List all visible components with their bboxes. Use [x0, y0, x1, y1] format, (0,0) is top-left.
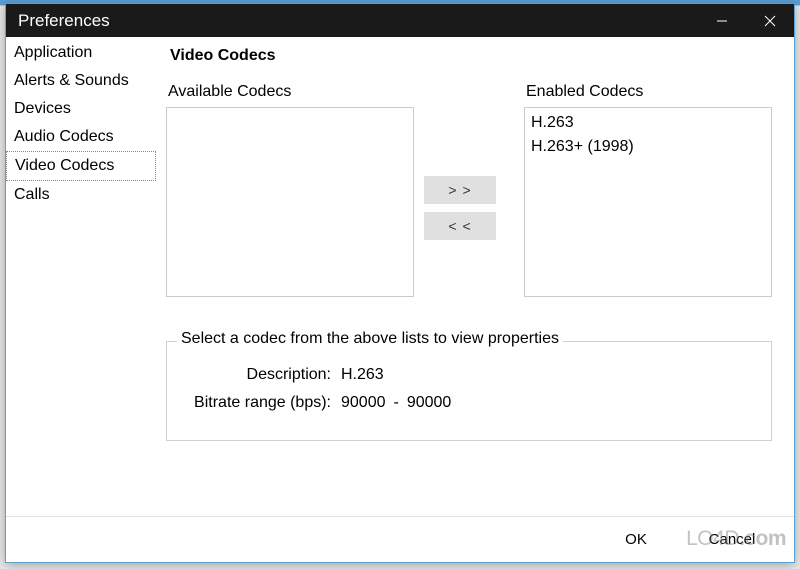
available-codecs-label: Available Codecs: [166, 83, 414, 101]
sidebar-item-audio-codecs[interactable]: Audio Codecs: [6, 123, 156, 151]
remove-codec-button[interactable]: < <: [424, 212, 496, 240]
sidebar-item-application[interactable]: Application: [6, 39, 156, 67]
sidebar-item-video-codecs[interactable]: Video Codecs: [6, 151, 156, 181]
add-codec-button[interactable]: > >: [424, 176, 496, 204]
titlebar-controls: [698, 4, 794, 37]
content-pane: Video Codecs Available Codecs > > < < En…: [156, 37, 794, 516]
sidebar-item-devices[interactable]: Devices: [6, 95, 156, 123]
minimize-button[interactable]: [698, 4, 746, 37]
preferences-window: Preferences Application Alerts & Sounds …: [5, 3, 795, 563]
list-item[interactable]: H.263: [531, 111, 765, 135]
bitrate-row: Bitrate range (bps): 90000 - 90000: [181, 394, 757, 412]
minimize-icon: [716, 15, 728, 27]
bitrate-max: 90000: [407, 394, 452, 412]
list-item[interactable]: H.263+ (1998): [531, 135, 765, 159]
description-value: H.263: [341, 366, 384, 384]
bitrate-label: Bitrate range (bps):: [181, 394, 341, 412]
close-icon: [764, 15, 776, 27]
sidebar-item-alerts-sounds[interactable]: Alerts & Sounds: [6, 67, 156, 95]
ok-button[interactable]: OK: [592, 526, 680, 554]
available-codecs-list[interactable]: [166, 107, 414, 297]
bitrate-separator: -: [386, 394, 407, 412]
enabled-column: Enabled Codecs H.263 H.263+ (1998): [524, 83, 772, 313]
window-body: Application Alerts & Sounds Devices Audi…: [6, 37, 794, 516]
transfer-buttons: > > < <: [424, 83, 496, 313]
enabled-codecs-label: Enabled Codecs: [524, 83, 772, 101]
sidebar-item-calls[interactable]: Calls: [6, 181, 156, 209]
content-title: Video Codecs: [166, 47, 772, 65]
available-column: Available Codecs: [166, 83, 414, 313]
titlebar: Preferences: [6, 4, 794, 37]
codec-transfer-area: Available Codecs > > < < Enabled Codecs …: [166, 83, 772, 313]
details-legend: Select a codec from the above lists to v…: [177, 330, 563, 348]
codec-details-group: Select a codec from the above lists to v…: [166, 341, 772, 441]
enabled-codecs-list[interactable]: H.263 H.263+ (1998): [524, 107, 772, 297]
dialog-footer: OK Cancel: [6, 516, 794, 562]
description-label: Description:: [181, 366, 341, 384]
close-button[interactable]: [746, 4, 794, 37]
bitrate-min: 90000: [341, 394, 386, 412]
cancel-button[interactable]: Cancel: [688, 526, 776, 554]
sidebar: Application Alerts & Sounds Devices Audi…: [6, 37, 156, 516]
window-title: Preferences: [18, 11, 698, 31]
description-row: Description: H.263: [181, 366, 757, 384]
